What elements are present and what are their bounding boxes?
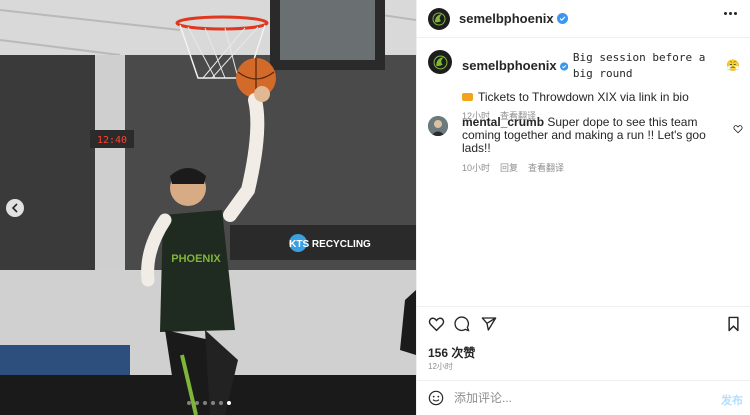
- comment-input[interactable]: [454, 391, 704, 405]
- caption-text: Big session before a big round: [572, 51, 706, 80]
- slide-indicator: [187, 401, 231, 405]
- comment-icon[interactable]: [454, 316, 470, 332]
- slide-dot: [203, 401, 207, 405]
- more-options-button[interactable]: [724, 12, 737, 15]
- user-photo-icon: [428, 116, 448, 136]
- verified-badge-icon: [556, 13, 568, 24]
- comment-body: mental_crumb Super dope to see this team…: [462, 116, 728, 174]
- heart-icon[interactable]: [428, 316, 445, 332]
- scoreboard-text: 12:40: [97, 135, 127, 146]
- account-avatar[interactable]: [428, 7, 450, 30]
- jersey-text: PHOENIX: [171, 253, 221, 265]
- comment-like-heart-icon[interactable]: [733, 124, 743, 134]
- phoenix-logo-icon: [433, 55, 447, 69]
- comment-reply-link[interactable]: 回复: [500, 161, 518, 174]
- post-side-panel: semelbphoenix semelbphoenix Big session …: [416, 0, 750, 415]
- slide-dot: [187, 401, 191, 405]
- ticket-icon: [462, 93, 473, 101]
- caption-line-2: Tickets to Throwdown XIX via link in bio: [462, 89, 740, 105]
- bookmark-icon[interactable]: [727, 316, 740, 332]
- comment-time: 10小时: [462, 163, 491, 173]
- banner-text: KTS RECYCLING: [289, 239, 371, 250]
- post-header: semelbphoenix: [417, 0, 750, 38]
- caption-avatar[interactable]: [428, 50, 452, 74]
- caption-emoji: 😤: [726, 60, 740, 72]
- send-icon[interactable]: [481, 316, 497, 332]
- verified-badge-icon: [559, 61, 568, 71]
- more-horizontal-icon: [724, 12, 727, 15]
- basketball-photo: 12:40 KTS RECYCLING PHOENIX: [0, 0, 416, 415]
- slide-dot-active: [227, 401, 231, 405]
- emoji-icon[interactable]: [428, 390, 444, 406]
- post-comment-button[interactable]: 发布: [721, 392, 743, 408]
- comment-text-line: mental_crumb Super dope to see this team…: [462, 116, 728, 155]
- post-media[interactable]: 12:40 KTS RECYCLING PHOENIX: [0, 0, 416, 415]
- caption-line: semelbphoenix Big session before a big r…: [462, 50, 740, 82]
- caption-body: semelbphoenix Big session before a big r…: [462, 50, 740, 122]
- slide-dot: [219, 401, 223, 405]
- phoenix-logo-icon: [432, 12, 446, 25]
- commenter-avatar[interactable]: [428, 116, 448, 136]
- account-username[interactable]: semelbphoenix: [459, 11, 554, 26]
- comment-meta: 10小时 回复 查看翻译: [462, 161, 728, 174]
- comment-item: mental_crumb Super dope to see this team…: [428, 116, 750, 174]
- add-comment-bar: 发布: [417, 380, 750, 415]
- caption-username[interactable]: semelbphoenix: [462, 58, 557, 74]
- comment-translate-link[interactable]: 查看翻译: [528, 161, 564, 174]
- comment-username[interactable]: mental_crumb: [462, 115, 544, 129]
- post-actions-bar: [417, 306, 750, 342]
- slide-dot: [195, 401, 199, 405]
- post-time: 12小时: [428, 362, 453, 371]
- chevron-left-icon: [11, 203, 18, 213]
- post-caption: semelbphoenix Big session before a big r…: [428, 50, 740, 122]
- like-count[interactable]: 156 次赞: [428, 344, 475, 361]
- slide-dot: [211, 401, 215, 405]
- caption-tickets-text: Tickets to Throwdown XIX via link in bio: [478, 90, 689, 104]
- previous-slide-button[interactable]: [6, 199, 24, 217]
- post-container: 12:40 KTS RECYCLING PHOENIX semelbphoeni…: [0, 0, 750, 415]
